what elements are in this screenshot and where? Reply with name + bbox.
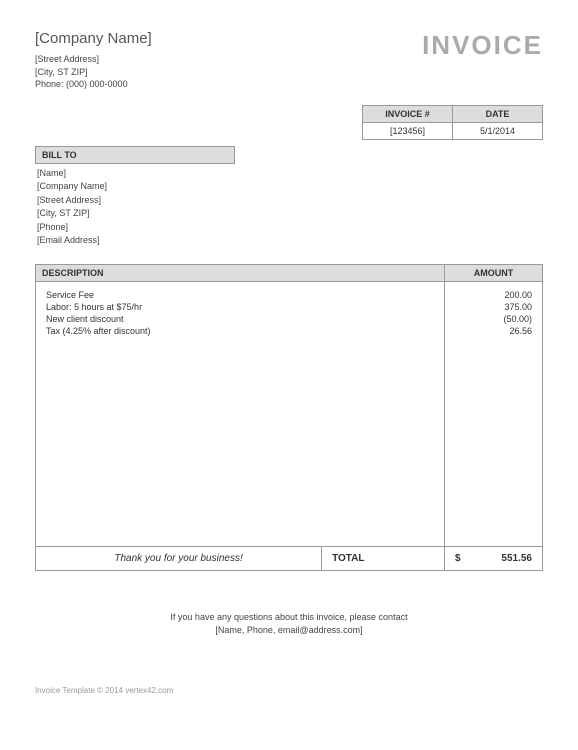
billto-company: [Company Name] [35, 180, 543, 194]
meta-date: 5/1/2014 [453, 122, 543, 139]
meta-invoice-number: [123456] [363, 122, 453, 139]
col-description: DESCRIPTION [36, 264, 445, 281]
item-desc: Service Fee [36, 281, 445, 301]
billto-street: [Street Address] [35, 194, 543, 208]
col-amount: AMOUNT [445, 264, 543, 281]
item-row: Service Fee 200.00 [36, 281, 543, 301]
item-desc: Tax (4.25% after discount) [36, 325, 445, 337]
company-name: [Company Name] [35, 30, 152, 47]
item-amount: 26.56 [445, 325, 543, 337]
item-row: New client discount (50.00) [36, 313, 543, 325]
item-amount: 200.00 [445, 281, 543, 301]
item-amount: (50.00) [445, 313, 543, 325]
total-value: 551.56 [501, 553, 532, 564]
billto-header: BILL TO [35, 146, 235, 164]
total-amount: $ 551.56 [445, 547, 543, 571]
total-label: TOTAL [322, 547, 444, 570]
company-street: [Street Address] [35, 53, 152, 66]
meta-date-header: DATE [453, 105, 543, 122]
questions-block: If you have any questions about this inv… [35, 611, 543, 636]
total-cell-left: Thank you for your business! TOTAL [36, 547, 445, 571]
company-phone: Phone: (000) 000-0000 [35, 78, 152, 91]
invoice-title: INVOICE [422, 30, 543, 61]
footer-note: Invoice Template © 2014 vertex42.com [35, 686, 543, 695]
company-cityzip: [City, ST ZIP] [35, 66, 152, 79]
item-desc: Labor: 5 hours at $75/hr [36, 301, 445, 313]
questions-line2: [Name, Phone, email@address.com] [35, 624, 543, 637]
questions-line1: If you have any questions about this inv… [35, 611, 543, 624]
thankyou-text: Thank you for your business! [36, 547, 322, 570]
items-table: DESCRIPTION AMOUNT Service Fee 200.00 La… [35, 264, 543, 572]
item-amount: 375.00 [445, 301, 543, 313]
item-row: Tax (4.25% after discount) 26.56 [36, 325, 543, 337]
billto-email: [Email Address] [35, 234, 543, 248]
company-block: [Company Name] [Street Address] [City, S… [35, 30, 152, 91]
billto-phone: [Phone] [35, 221, 543, 235]
billto-cityzip: [City, ST ZIP] [35, 207, 543, 221]
meta-invoice-header: INVOICE # [363, 105, 453, 122]
item-row: Labor: 5 hours at $75/hr 375.00 [36, 301, 543, 313]
invoice-meta-table: INVOICE # DATE [123456] 5/1/2014 [362, 105, 543, 140]
item-desc: New client discount [36, 313, 445, 325]
total-currency: $ [455, 553, 461, 564]
items-filler [36, 337, 543, 547]
billto-name: [Name] [35, 167, 543, 181]
billto-block: BILL TO [Name] [Company Name] [Street Ad… [35, 146, 543, 248]
